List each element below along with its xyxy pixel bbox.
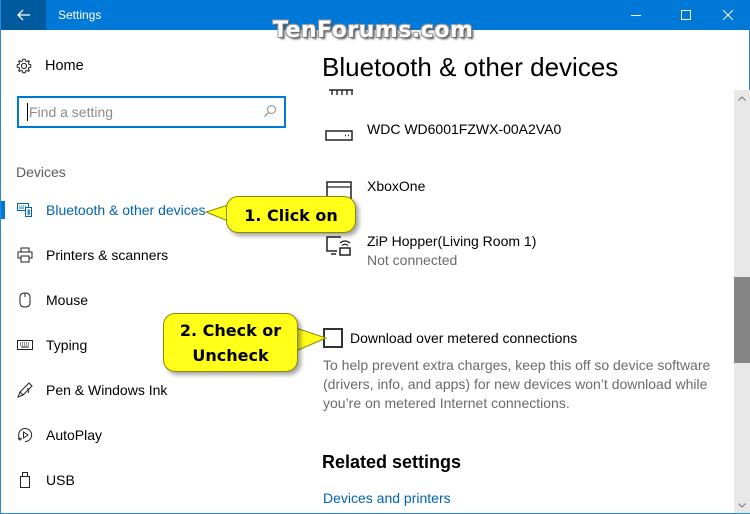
scroll-up-button[interactable]: [734, 90, 750, 106]
metered-connections-label: Download over metered connections: [350, 330, 578, 346]
related-settings-title: Related settings: [322, 452, 462, 472]
sidebar-item-label: Bluetooth & other devices: [46, 202, 206, 218]
sidebar-item-printers[interactable]: Printers & scanners: [1, 237, 301, 273]
scroll-thumb[interactable]: [734, 277, 750, 363]
sidebar-item-label: Mouse: [46, 292, 89, 308]
sidebar-item-autoplay[interactable]: AutoPlay: [1, 417, 301, 453]
device-name: WDC WD6001FZWX-00A2VA0: [367, 121, 562, 137]
callout-check-uncheck: 2. Check or Uncheck: [163, 313, 298, 372]
page-title: Bluetooth & other devices: [322, 52, 619, 82]
autoplay-icon: [16, 426, 34, 444]
keyboard-icon: [16, 336, 34, 354]
metered-connections-checkbox-row[interactable]: Download over metered connections: [323, 328, 577, 348]
section-label-devices: Devices: [16, 164, 66, 180]
callout-2-pointer: [295, 327, 328, 352]
sidebar-item-label: Pen & Windows Ink: [46, 382, 168, 398]
callout-2-line-1: 2. Check or: [179, 321, 282, 340]
maximize-button[interactable]: [663, 0, 709, 30]
scroll-down-button[interactable]: [734, 497, 750, 513]
close-icon: [723, 10, 733, 20]
sidebar-item-label: Typing: [46, 337, 88, 353]
close-button[interactable]: [705, 0, 750, 30]
search-box[interactable]: [17, 96, 286, 128]
pen-icon: [16, 381, 34, 399]
back-arrow-icon: [16, 9, 30, 21]
vertical-scrollbar[interactable]: [734, 90, 750, 513]
sidebar-item-usb[interactable]: USB: [1, 462, 301, 498]
sidebar: Home Devices Bluetooth & other devices P…: [1, 30, 301, 514]
sidebar-item-label: AutoPlay: [46, 427, 103, 443]
home-label: Home: [45, 58, 84, 74]
settings-window: Settings TenForums.com Home Devices: [0, 0, 750, 514]
minimize-icon: [631, 15, 641, 16]
minimize-button[interactable]: [613, 0, 659, 30]
drive-icon: [325, 130, 353, 141]
watermark: TenForums.com: [273, 18, 474, 43]
partial-device-icon: [329, 89, 353, 95]
chevron-up-icon: [738, 95, 746, 101]
chevron-down-icon: [738, 502, 746, 508]
search-icon[interactable]: [263, 104, 277, 118]
sidebar-item-label: Printers & scanners: [46, 247, 169, 263]
main-content: Bluetooth & other devices WDC WD6001FZWX…: [301, 30, 710, 514]
bluetooth-devices-icon: [16, 201, 34, 219]
callout-click-on: 1. Click on: [226, 196, 356, 233]
window-title: Settings: [58, 8, 102, 22]
callout-1-text: 1. Click on: [244, 206, 338, 225]
metered-help-text: To help prevent extra charges, keep this…: [323, 357, 711, 411]
callout-2-line-2: Uncheck: [192, 346, 269, 365]
maximize-icon: [681, 10, 691, 20]
media-device-icon: [326, 236, 351, 256]
printer-icon: [16, 246, 34, 264]
device-name: XboxOne: [367, 178, 426, 194]
active-indicator: [1, 201, 5, 219]
device-status: Not connected: [367, 252, 458, 268]
search-input[interactable]: [27, 103, 257, 121]
sidebar-item-label: USB: [46, 472, 75, 488]
back-button[interactable]: [1, 0, 46, 30]
sidebar-item-pen[interactable]: Pen & Windows Ink: [1, 372, 301, 408]
home-link[interactable]: Home: [16, 58, 84, 74]
devices-and-printers-link[interactable]: Devices and printers: [323, 490, 451, 506]
usb-icon: [16, 471, 34, 489]
gear-icon: [16, 58, 32, 74]
mouse-icon: [16, 291, 34, 309]
device-name: ZiP Hopper(Living Room 1): [367, 233, 537, 249]
